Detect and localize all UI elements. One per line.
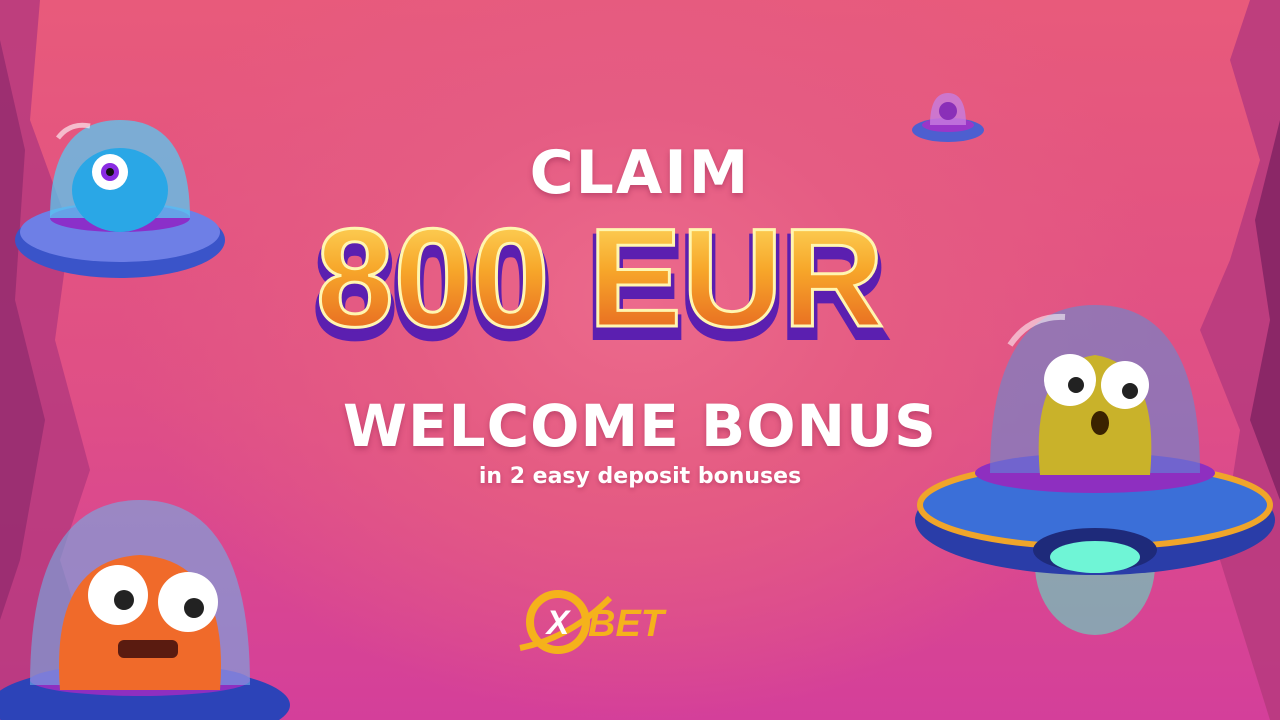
xbet-logo[interactable]: X BET bbox=[510, 578, 690, 668]
bonus-subtitle: in 2 easy deposit bonuses bbox=[478, 464, 802, 489]
bonus-title: WELCOME BONUS bbox=[343, 392, 937, 460]
amount-main: 800 EUR bbox=[316, 210, 884, 356]
logo-letter: X bbox=[545, 604, 572, 642]
logo-word: BET bbox=[588, 603, 667, 645]
amount-text: 800 EUR 800 EUR bbox=[311, 210, 889, 360]
claim-text: CLAIM bbox=[529, 138, 751, 208]
ufo-orange-alien-icon bbox=[0, 500, 290, 720]
